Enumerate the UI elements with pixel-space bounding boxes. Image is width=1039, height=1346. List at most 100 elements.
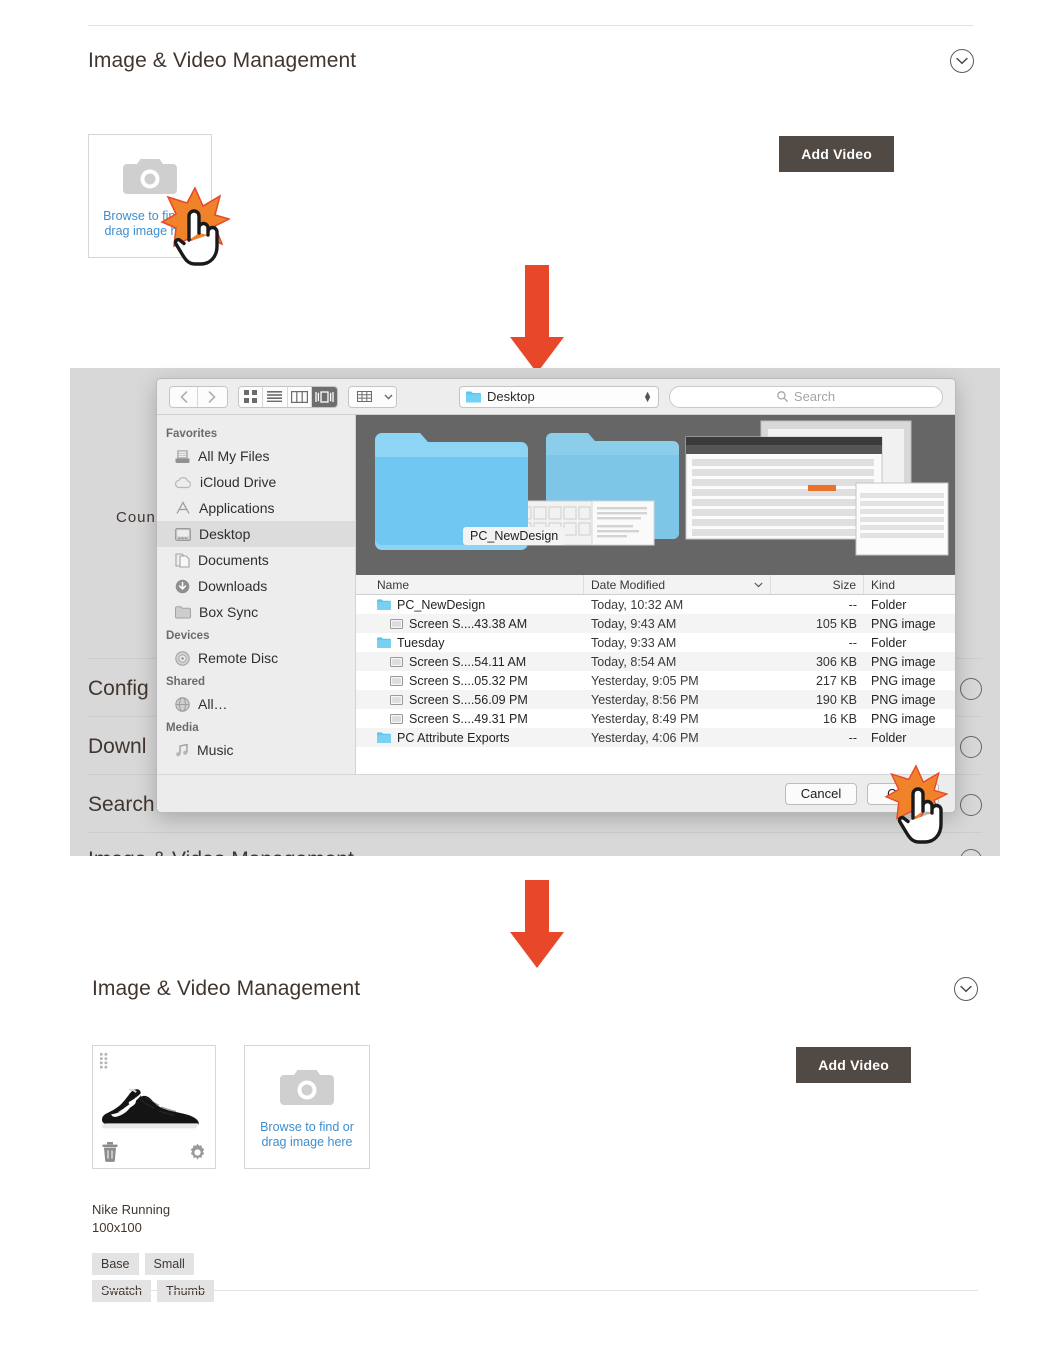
documents-icon xyxy=(175,552,190,568)
cell-size: 217 KB xyxy=(815,673,857,688)
column-header-date-modified[interactable]: Date Modified xyxy=(584,575,771,594)
sidebar-item-icloud-drive[interactable]: iCloud Drive xyxy=(157,469,355,495)
nav-buttons[interactable] xyxy=(169,385,228,408)
sidebar-item-remote-disc[interactable]: Remote Disc xyxy=(157,645,355,671)
column-view-icon[interactable] xyxy=(287,386,313,407)
bg-chevron-icon-2 xyxy=(960,736,982,758)
table-row[interactable]: PC Attribute Exports Yesterday, 4:06 PM --… xyxy=(356,728,955,747)
disclosure-triangle-icon[interactable] xyxy=(356,595,370,614)
cell-size: -- xyxy=(848,635,857,650)
file-name-label: Tuesday xyxy=(397,635,445,650)
desktop-icon xyxy=(175,527,191,541)
folder-icon xyxy=(377,599,391,610)
bg-partial-label-country: Coun xyxy=(116,509,156,526)
png-image-file-icon xyxy=(390,713,403,724)
sidebar-item-downloads[interactable]: Downloads xyxy=(157,573,355,599)
cell-size: 16 KB xyxy=(822,711,857,726)
view-mode-buttons[interactable] xyxy=(237,385,338,408)
cell-date-modified: Today, 9:43 AM xyxy=(591,616,677,631)
hand-cursor-icon xyxy=(173,209,219,266)
cell-kind: PNG image xyxy=(871,654,936,669)
png-image-file-icon xyxy=(390,694,403,705)
image-card[interactable] xyxy=(92,1045,216,1169)
folder-icon xyxy=(377,637,391,648)
sidebar-item-all-shared[interactable]: All… xyxy=(157,691,355,717)
table-row[interactable]: Tuesday Today, 9:33 AM -- Folder xyxy=(356,633,955,652)
column-header-kind[interactable]: Kind xyxy=(864,575,955,594)
role-chip[interactable]: Base xyxy=(92,1253,139,1275)
image-upload-dropzone-bottom[interactable]: Browse to find or drag image here xyxy=(244,1045,370,1169)
page-title-bottom: Image & Video Management xyxy=(92,977,361,1000)
file-name-label: Screen S....49.31 PM xyxy=(409,711,528,726)
icon-view-icon[interactable] xyxy=(238,386,264,407)
sidebar-item-applications[interactable]: Applications xyxy=(157,495,355,521)
list-view-icon[interactable] xyxy=(263,386,288,407)
preview-folder-label: PC_NewDesign xyxy=(463,527,566,545)
network-globe-icon xyxy=(175,696,190,712)
cell-name: Screen S....56.09 PM xyxy=(370,690,584,709)
role-chip[interactable]: Swatch xyxy=(92,1280,151,1302)
arrange-grid-icon[interactable] xyxy=(348,386,381,407)
add-video-button-bottom[interactable]: Add Video xyxy=(796,1047,911,1083)
delete-image-icon[interactable] xyxy=(101,1142,119,1162)
cell-kind: PNG image xyxy=(871,692,936,707)
cell-date-modified: Yesterday, 9:05 PM xyxy=(591,673,699,688)
stepper-icon[interactable]: ▲ ▼ xyxy=(643,389,652,403)
table-row[interactable]: Screen S....43.38 AM Today, 9:43 AM 105 KB… xyxy=(356,614,955,633)
bg-section-image-video: Image & Video Management xyxy=(88,840,982,856)
cell-name: PC_NewDesign xyxy=(370,595,584,614)
disclosure-triangle-icon[interactable] xyxy=(356,728,370,747)
sidebar-item-all-my-files[interactable]: All My Files xyxy=(157,443,355,469)
cell-name: Screen S....05.32 PM xyxy=(370,671,584,690)
role-chip[interactable]: Thumb xyxy=(157,1280,214,1302)
dialog-sidebar: Favorites All My Files iCloud Drive Appl… xyxy=(157,415,356,774)
table-row[interactable]: Screen S....49.31 PM Yesterday, 8:49 PM 16… xyxy=(356,709,955,728)
cell-kind: Folder xyxy=(871,597,907,612)
sidebar-item-box-sync[interactable]: Box Sync xyxy=(157,599,355,625)
cancel-button[interactable]: Cancel xyxy=(785,782,857,805)
role-chip[interactable]: Small xyxy=(144,1253,194,1275)
table-row[interactable]: Screen S....54.11 AM Today, 8:54 AM 306 KB… xyxy=(356,652,955,671)
sidebar-label: Remote Disc xyxy=(198,650,279,666)
cell-kind: PNG image xyxy=(871,616,936,631)
edit-image-gear-icon[interactable] xyxy=(188,1143,207,1162)
chevron-down-icon[interactable] xyxy=(380,386,397,407)
column-header-size[interactable]: Size xyxy=(771,575,864,594)
row-spacer xyxy=(356,652,370,671)
cell-date-modified: Today, 9:33 AM xyxy=(591,635,677,650)
cell-date-modified: Yesterday, 8:56 PM xyxy=(591,692,699,707)
image-dimensions: 100x100 xyxy=(92,1220,142,1235)
coverflow-view-icon[interactable] xyxy=(312,386,337,407)
table-row[interactable]: PC_NewDesign Today, 10:32 AM -- Folder xyxy=(356,595,955,614)
sidebar-item-music[interactable]: Music xyxy=(157,737,355,763)
preview-window-mockups xyxy=(375,420,949,556)
sidebar-label: Box Sync xyxy=(199,604,259,620)
file-name-label: Screen S....43.38 AM xyxy=(409,616,528,631)
cell-name: Screen S....54.11 AM xyxy=(370,652,584,671)
collapse-chevron-down-icon[interactable] xyxy=(954,977,978,1001)
drag-handle-icon[interactable] xyxy=(100,1053,112,1069)
path-popup-button[interactable]: Desktop ▲ ▼ xyxy=(459,385,660,408)
search-placeholder-label: Search xyxy=(793,389,836,404)
row-spacer xyxy=(356,614,370,633)
collapse-chevron-down-icon[interactable] xyxy=(950,49,974,73)
sidebar-item-desktop[interactable]: Desktop xyxy=(157,521,355,547)
back-icon[interactable] xyxy=(170,386,199,407)
sidebar-label: All… xyxy=(198,696,228,712)
search-field[interactable]: Search xyxy=(669,385,944,408)
sidebar-label: Documents xyxy=(198,552,269,568)
table-row[interactable]: Screen S....05.32 PM Yesterday, 9:05 PM 21… xyxy=(356,671,955,690)
image-name: Nike Running xyxy=(92,1202,171,1217)
cell-kind: Folder xyxy=(871,635,907,650)
row-spacer xyxy=(356,690,370,709)
sidebar-item-documents[interactable]: Documents xyxy=(157,547,355,573)
disclosure-triangle-icon[interactable] xyxy=(356,633,370,652)
arrange-by-button[interactable] xyxy=(347,385,398,408)
add-video-button-top[interactable]: Add Video xyxy=(779,136,894,172)
table-row[interactable]: Screen S....56.09 PM Yesterday, 8:56 PM 19… xyxy=(356,690,955,709)
column-header-name[interactable]: Name xyxy=(370,575,584,594)
cell-size: 306 KB xyxy=(815,654,857,669)
png-image-file-icon xyxy=(390,675,403,686)
forward-icon[interactable] xyxy=(198,386,227,407)
sidebar-group-devices: Devices xyxy=(166,630,210,642)
